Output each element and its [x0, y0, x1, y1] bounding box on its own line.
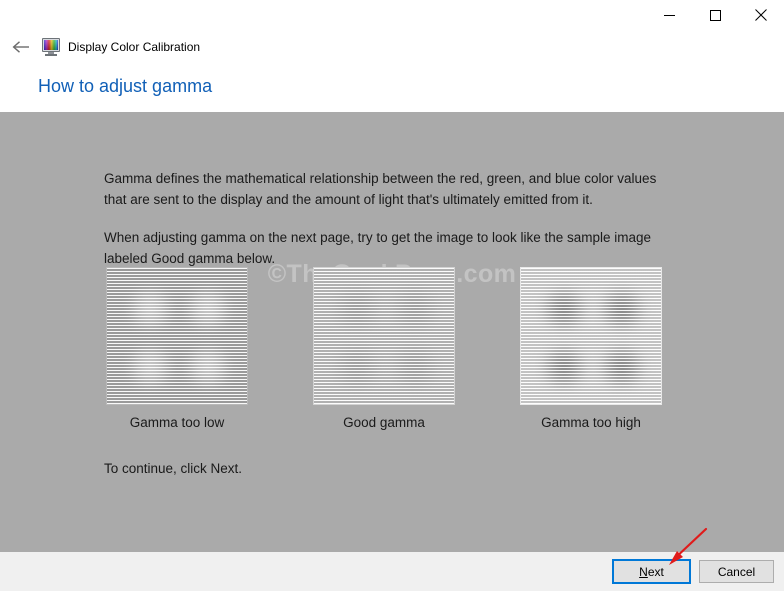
back-button[interactable]	[10, 36, 32, 58]
good-gamma-image	[313, 267, 455, 405]
gamma-blob	[595, 288, 649, 330]
gamma-blob	[595, 346, 649, 388]
close-icon	[755, 9, 767, 21]
gamma-sample-row: Gamma too low Good gamma Gamma too high	[104, 267, 664, 430]
gamma-blob	[123, 346, 177, 388]
navigation-bar: Display Color Calibration	[0, 32, 784, 62]
gamma-blob	[181, 346, 235, 388]
gamma-sample-label: Gamma too high	[541, 415, 641, 430]
gamma-too-low-image	[106, 267, 248, 405]
description-paragraph-1: Gamma defines the mathematical relations…	[104, 171, 657, 207]
content-area: Gamma defines the mathematical relations…	[0, 112, 784, 552]
dialog-footer: Next Cancel	[0, 552, 784, 591]
gamma-blob	[123, 288, 177, 330]
next-button[interactable]: Next	[612, 559, 691, 584]
gamma-blob	[330, 288, 384, 330]
page-heading-area: How to adjust gamma	[0, 62, 784, 112]
gamma-blob	[181, 288, 235, 330]
description-paragraph-2: When adjusting gamma on the next page, t…	[104, 230, 652, 266]
gamma-sample-too-low: Gamma too low	[104, 267, 250, 430]
gamma-blob	[537, 288, 591, 330]
page-title: How to adjust gamma	[38, 76, 213, 96]
gamma-sample-good: Good gamma	[311, 267, 457, 430]
title-bar	[0, 0, 784, 32]
gamma-blob	[388, 346, 442, 388]
display-color-calibration-window: Display Color Calibration How to adjust …	[0, 0, 784, 591]
gamma-blob	[537, 346, 591, 388]
minimize-icon	[663, 14, 675, 16]
cancel-button[interactable]: Cancel	[699, 560, 774, 583]
gamma-blob-group	[521, 268, 661, 404]
gamma-sample-label: Good gamma	[343, 415, 425, 430]
continue-instruction: To continue, click Next.	[104, 461, 243, 476]
gamma-blob	[330, 346, 384, 388]
minimize-button[interactable]	[646, 0, 692, 30]
next-button-label: Next	[639, 564, 664, 579]
gamma-blob	[388, 288, 442, 330]
close-button[interactable]	[738, 0, 784, 30]
gamma-sample-too-high: Gamma too high	[518, 267, 664, 430]
monitor-color-icon	[42, 38, 60, 56]
next-accelerator-letter: N	[639, 564, 648, 579]
gamma-too-high-image	[520, 267, 662, 405]
gamma-blob-group	[314, 268, 454, 404]
maximize-button[interactable]	[692, 0, 738, 30]
back-arrow-icon	[12, 41, 29, 53]
maximize-icon	[709, 9, 721, 21]
gamma-sample-label: Gamma too low	[129, 415, 225, 430]
gamma-blob-group	[107, 268, 247, 404]
app-title: Display Color Calibration	[68, 40, 201, 54]
